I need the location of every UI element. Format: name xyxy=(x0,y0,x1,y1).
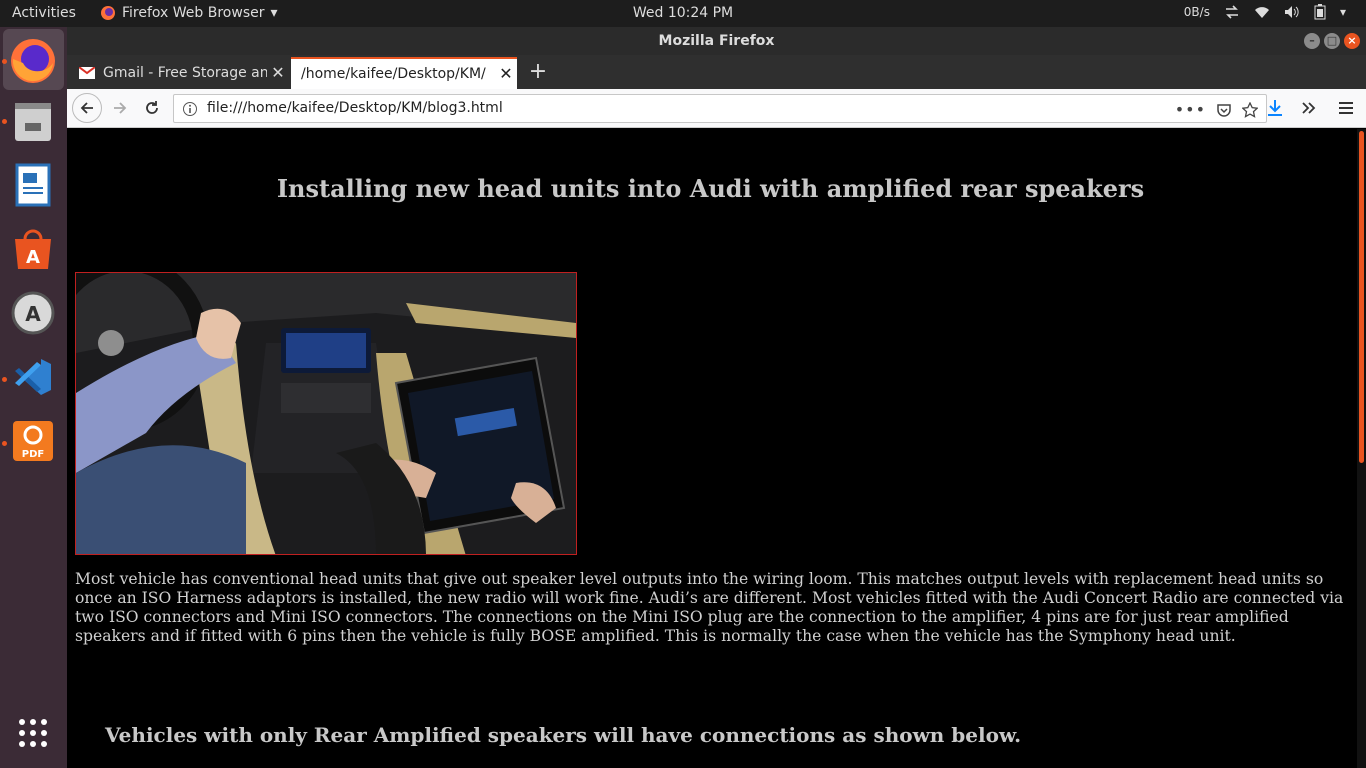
pdf-editor-icon: PDF xyxy=(13,421,53,461)
running-indicator xyxy=(2,119,7,124)
top-bar: Activities Firefox Web Browser ▾ Wed 10:… xyxy=(0,0,1366,27)
download-icon xyxy=(1268,100,1282,116)
back-arrow-icon xyxy=(80,102,93,114)
forward-arrow-icon xyxy=(114,102,127,114)
tab-label: Gmail - Free Storage and xyxy=(103,65,267,81)
volume-icon xyxy=(1284,6,1299,18)
reload-icon xyxy=(146,101,158,114)
url-bar[interactable]: file:///home/kaifee/Desktop/KM/blog3.htm… xyxy=(173,94,1267,123)
dock-software-center[interactable]: A xyxy=(9,225,57,273)
clock[interactable]: Wed 10:24 PM xyxy=(633,5,733,21)
window-title: Mozilla Firefox xyxy=(658,33,775,49)
section-heading: Vehicles with only Rear Amplified speake… xyxy=(105,723,1022,747)
activities-button[interactable]: Activities xyxy=(12,5,76,21)
url-text: file:///home/kaifee/Desktop/KM/blog3.htm… xyxy=(207,100,503,116)
maximize-button[interactable]: □ xyxy=(1324,33,1340,49)
tab-gmail[interactable]: Gmail - Free Storage and ✕ xyxy=(71,57,289,89)
files-icon xyxy=(15,103,51,141)
net-speed: 0B/s xyxy=(1183,5,1210,19)
dock-writer[interactable] xyxy=(9,161,57,209)
dock-show-apps[interactable] xyxy=(9,709,57,757)
pocket-icon[interactable] xyxy=(1216,102,1232,118)
dock-software-updater[interactable]: A xyxy=(9,289,57,337)
close-window-button[interactable]: × xyxy=(1344,33,1360,49)
forward-button[interactable] xyxy=(105,93,135,123)
gmail-icon xyxy=(79,67,95,79)
network-transfer-icon xyxy=(1225,5,1238,19)
battery-icon xyxy=(1314,4,1326,20)
close-tab-icon[interactable]: ✕ xyxy=(267,58,289,88)
car-interior-illustration xyxy=(76,273,576,554)
software-updater-icon: A xyxy=(11,291,55,335)
vscode-icon xyxy=(15,359,51,395)
info-icon[interactable] xyxy=(182,101,198,117)
page-title: Installing new head units into Audi with… xyxy=(276,174,1145,203)
intro-paragraph: Most vehicle has conventional head units… xyxy=(75,570,1344,645)
firefox-small-icon xyxy=(101,6,115,20)
chevron-down-icon: ▾ xyxy=(1339,5,1346,19)
dock-vscode[interactable] xyxy=(9,353,57,401)
show-apps-icon xyxy=(19,719,47,747)
back-button[interactable] xyxy=(72,93,102,123)
dock-files[interactable] xyxy=(9,97,57,145)
running-indicator xyxy=(2,59,7,64)
app-menu-label: Firefox Web Browser xyxy=(122,5,265,21)
overflow-menu-button[interactable] xyxy=(1293,93,1323,123)
car-interior-photo xyxy=(75,272,577,555)
hamburger-icon xyxy=(1339,102,1353,114)
downloads-button[interactable] xyxy=(1260,93,1290,123)
running-indicator xyxy=(2,441,7,446)
tab-label: /home/kaifee/Desktop/KM/ xyxy=(301,66,486,82)
bookmark-star-icon[interactable] xyxy=(1242,101,1258,118)
chevron-down-icon: ▾ xyxy=(270,5,278,21)
page-scrollbar[interactable] xyxy=(1357,129,1366,768)
dock-firefox[interactable] xyxy=(3,29,64,90)
page-content: Installing new head units into Audi with… xyxy=(67,129,1357,768)
hamburger-menu-button[interactable] xyxy=(1331,93,1361,123)
app-menu[interactable]: Firefox Web Browser ▾ xyxy=(100,5,278,21)
minimize-button[interactable]: – xyxy=(1304,33,1320,49)
writer-icon xyxy=(15,163,51,207)
new-tab-button[interactable]: + xyxy=(523,57,553,87)
scrollbar-thumb[interactable] xyxy=(1359,131,1364,463)
reload-button[interactable] xyxy=(137,93,167,123)
firefox-icon xyxy=(11,39,55,83)
tab-blog3[interactable]: /home/kaifee/Desktop/KM/ ✕ xyxy=(291,57,517,89)
window-titlebar: Mozilla Firefox – □ × xyxy=(67,27,1366,55)
page-actions-icon[interactable]: ••• xyxy=(1175,100,1206,119)
system-tray[interactable]: 0B/s ▾ xyxy=(1184,4,1346,20)
dock-pdf-editor[interactable]: PDF xyxy=(9,417,57,465)
software-center-icon: A xyxy=(15,229,51,269)
wifi-icon xyxy=(1254,7,1269,18)
dock: A A PDF xyxy=(0,27,67,768)
tab-bar: Gmail - Free Storage and ✕ /home/kaifee/… xyxy=(67,55,1366,89)
close-tab-icon[interactable]: ✕ xyxy=(495,59,517,89)
svg-text:A: A xyxy=(25,302,41,326)
svg-text:A: A xyxy=(26,247,40,268)
nav-bar: file:///home/kaifee/Desktop/KM/blog3.htm… xyxy=(67,89,1366,128)
svg-text:PDF: PDF xyxy=(22,449,44,460)
running-indicator xyxy=(2,377,7,382)
double-chevron-right-icon xyxy=(1302,102,1316,114)
